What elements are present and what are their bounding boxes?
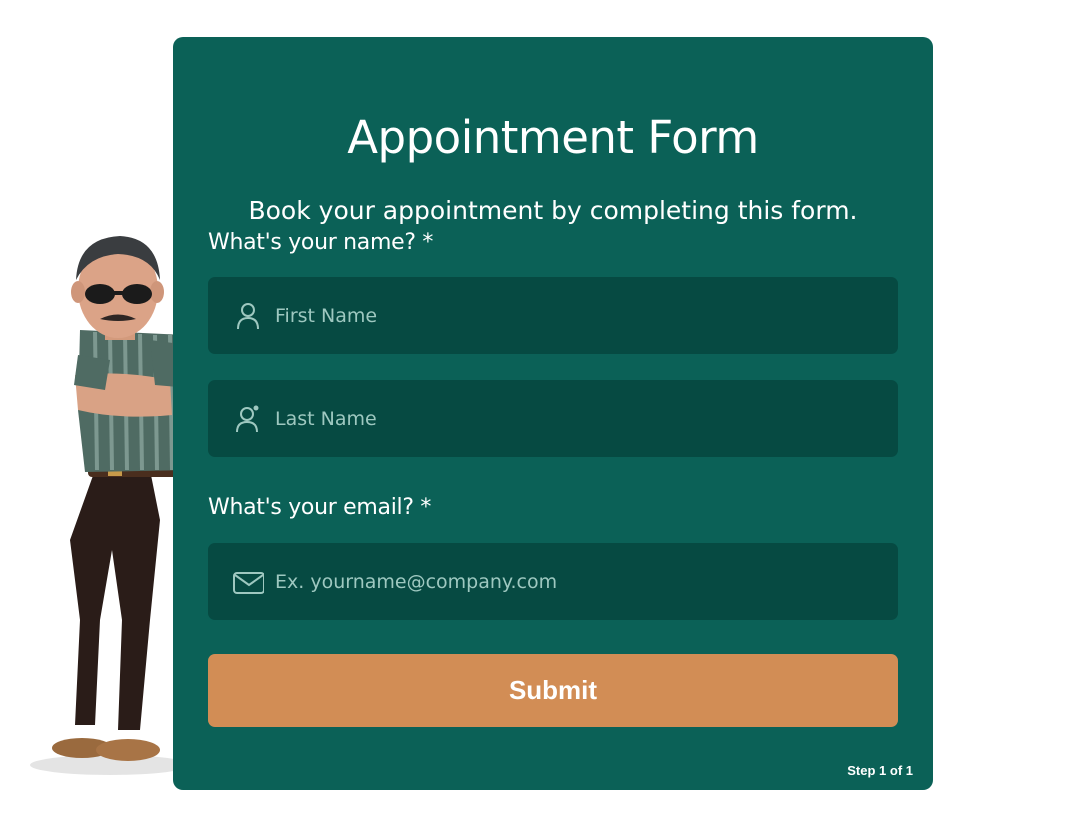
form-subtitle: Book your appointment by completing this… — [248, 196, 858, 225]
name-label: What's your name? * — [208, 230, 434, 255]
appointment-form-card: Appointment Form Book your appointment b… — [173, 37, 933, 790]
first-name-input[interactable] — [275, 277, 875, 354]
submit-button[interactable]: Submit — [208, 654, 898, 727]
person-add-icon — [236, 405, 259, 433]
person-icon — [237, 303, 259, 330]
character-illustration — [30, 236, 192, 775]
last-name-input[interactable] — [275, 380, 875, 457]
form-title: Appointment Form — [347, 111, 759, 164]
envelope-icon — [233, 572, 264, 594]
step-indicator: Step 1 of 1 — [847, 763, 913, 778]
last-name-field[interactable] — [208, 380, 898, 457]
email-field[interactable] — [208, 543, 898, 620]
email-input[interactable] — [275, 543, 875, 620]
first-name-field[interactable] — [208, 277, 898, 354]
email-label: What's your email? * — [208, 495, 432, 520]
